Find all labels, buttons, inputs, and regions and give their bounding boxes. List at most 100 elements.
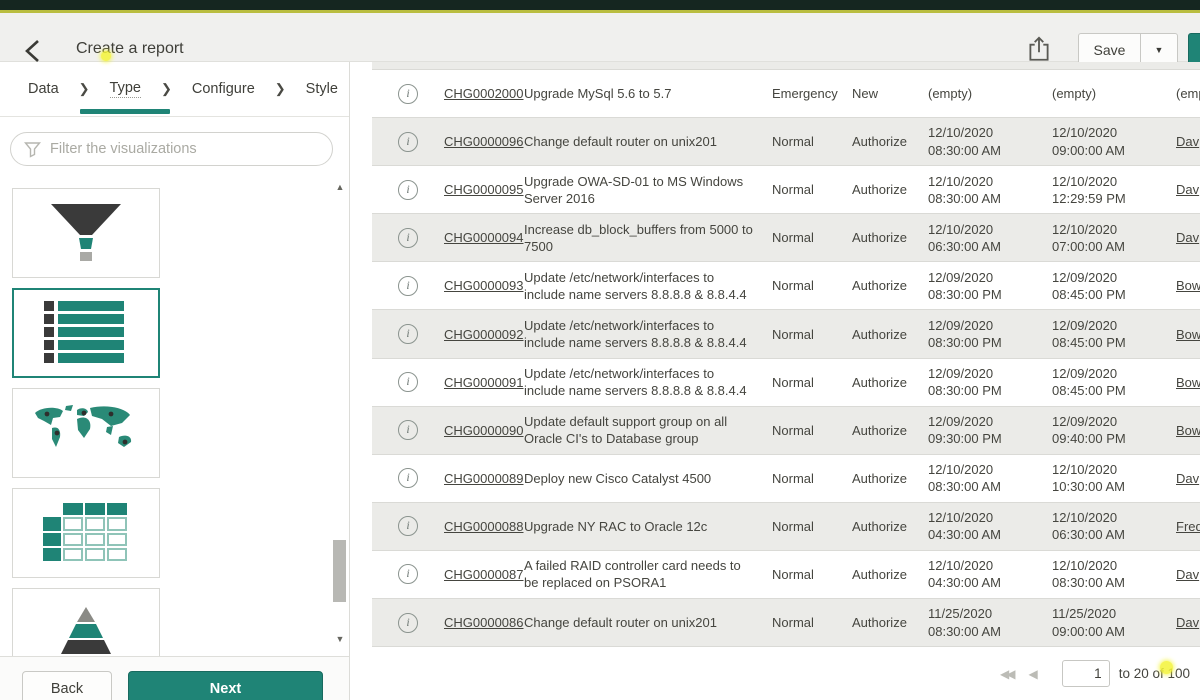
row-description: Upgrade MySql 5.6 to 5.7 — [524, 85, 772, 102]
table-row: i CHG0002000 Upgrade MySql 5.6 to 5.7 Em… — [372, 70, 1200, 118]
back-icon[interactable] — [20, 37, 48, 65]
change-number-link[interactable]: CHG0000086 — [444, 615, 524, 630]
row-start-date: 12/09/2020 08:30:00 PM — [928, 269, 1052, 303]
page-number-input[interactable] — [1062, 660, 1110, 687]
row-number-cell: CHG0000094 — [444, 230, 524, 245]
row-description: A failed RAID controller card needs to b… — [524, 557, 772, 591]
filter-field — [10, 132, 333, 166]
change-number-link[interactable]: CHG0000088 — [444, 519, 524, 534]
row-assignee-link[interactable]: Dav — [1176, 182, 1200, 197]
row-start-date: 12/09/2020 08:30:00 PM — [928, 365, 1052, 399]
info-icon[interactable]: i — [398, 324, 418, 344]
table-row: i CHG0000095 Upgrade OWA-SD-01 to MS Win… — [372, 166, 1200, 214]
row-description: Upgrade OWA-SD-01 to MS Windows Server 2… — [524, 173, 772, 207]
row-number-cell: CHG0000092 — [444, 327, 524, 342]
row-description: Upgrade NY RAC to Oracle 12c — [524, 518, 772, 535]
change-number-link[interactable]: CHG0000094 — [444, 230, 524, 245]
row-assignee-link[interactable]: Fred — [1176, 519, 1200, 534]
previous-page-icon[interactable]: ◀ — [1028, 667, 1037, 681]
row-assignee-link[interactable]: Dav — [1176, 615, 1200, 630]
row-state: Authorize — [852, 182, 928, 197]
viz-funnel-chart-thumbnail[interactable] — [12, 188, 160, 278]
row-state: Authorize — [852, 567, 928, 582]
row-end-date: 12/09/2020 09:40:00 PM — [1052, 413, 1176, 447]
row-end-date: 12/10/2020 09:00:00 AM — [1052, 124, 1176, 158]
filter-visualizations-input[interactable] — [50, 141, 332, 157]
pagination-bar: ◀◀ ◀ to 20 of 100 — [372, 647, 1200, 700]
row-assignee-link[interactable]: Bow — [1176, 327, 1200, 342]
info-icon[interactable]: i — [398, 468, 418, 488]
chevron-right-icon: ❯ — [275, 81, 286, 97]
change-number-link[interactable]: CHG0000095 — [444, 182, 524, 197]
info-icon[interactable]: i — [398, 276, 418, 296]
info-icon[interactable]: i — [398, 564, 418, 584]
change-number-link[interactable]: CHG0000096 — [444, 134, 524, 149]
viz-pivot-table-thumbnail[interactable] — [12, 488, 160, 578]
info-icon[interactable]: i — [398, 84, 418, 104]
row-state: Authorize — [852, 471, 928, 486]
change-number-link[interactable]: CHG0000089 — [444, 471, 524, 486]
info-icon[interactable]: i — [398, 613, 418, 633]
info-icon[interactable]: i — [398, 372, 418, 392]
next-button[interactable]: Next — [128, 671, 323, 700]
table-row: i CHG0000092 Update /etc/network/interfa… — [372, 310, 1200, 358]
row-info-cell: i — [372, 84, 444, 104]
viz-pyramid-thumbnail[interactable] — [12, 588, 160, 656]
row-info-cell: i — [372, 613, 444, 633]
row-state: Authorize — [852, 423, 928, 438]
row-state: Authorize — [852, 327, 928, 342]
chevron-down-icon: ▼ — [1155, 45, 1164, 55]
first-page-icon[interactable]: ◀◀ — [1000, 667, 1012, 681]
row-info-cell: i — [372, 468, 444, 488]
breadcrumb-step-style[interactable]: Style — [306, 81, 338, 97]
share-icon[interactable] — [1026, 35, 1052, 63]
row-description: Deploy new Cisco Catalyst 4500 — [524, 470, 772, 487]
change-number-link[interactable]: CHG0000092 — [444, 327, 524, 342]
row-assignee-link[interactable]: Dav — [1176, 471, 1200, 486]
row-assignee-link: (empty) — [1176, 86, 1200, 101]
pyramid-icon — [50, 605, 122, 656]
row-assignee-link[interactable]: Bow — [1176, 375, 1200, 390]
table-row: i CHG0000089 Deploy new Cisco Catalyst 4… — [372, 455, 1200, 503]
row-state: Authorize — [852, 375, 928, 390]
row-state: Authorize — [852, 230, 928, 245]
table-row: i CHG0000086 Change default router on un… — [372, 599, 1200, 647]
row-number-cell: CHG0000095 — [444, 182, 524, 197]
report-type-panel: Data❯Type❯Configure❯Style — [0, 62, 350, 700]
change-number-link[interactable]: CHG0000091 — [444, 375, 524, 390]
row-assignee-link[interactable]: Bow — [1176, 423, 1200, 438]
row-description: Update /etc/network/interfaces to includ… — [524, 365, 772, 399]
row-assignee-link[interactable]: Dav — [1176, 134, 1200, 149]
info-icon[interactable]: i — [398, 420, 418, 440]
header-bar: Create a report Save ▼ — [0, 13, 1200, 62]
chevron-right-icon: ❯ — [161, 81, 172, 97]
table-row: i CHG0000088 Upgrade NY RAC to Oracle 12… — [372, 503, 1200, 551]
info-icon[interactable]: i — [398, 132, 418, 152]
viz-list-thumbnail[interactable] — [12, 288, 160, 378]
filter-funnel-icon — [24, 141, 41, 158]
breadcrumb-step-data[interactable]: Data — [28, 81, 59, 97]
row-info-cell: i — [372, 324, 444, 344]
panel-scrollbar-thumb[interactable] — [333, 540, 346, 602]
back-button[interactable]: Back — [22, 671, 112, 700]
row-assignee-link[interactable]: Bow — [1176, 278, 1200, 293]
row-priority: Normal — [772, 134, 852, 149]
row-assignee-link[interactable]: Dav — [1176, 230, 1200, 245]
row-info-cell: i — [372, 132, 444, 152]
scroll-up-icon[interactable]: ▲ — [333, 180, 347, 194]
row-description: Increase db_block_buffers from 5000 to 7… — [524, 221, 772, 255]
info-icon[interactable]: i — [398, 516, 418, 536]
breadcrumb-step-configure[interactable]: Configure — [192, 81, 255, 97]
info-icon[interactable]: i — [398, 228, 418, 248]
viz-world-map-thumbnail[interactable] — [12, 388, 160, 478]
change-number-link[interactable]: CHG0000093 — [444, 278, 524, 293]
row-priority: Normal — [772, 327, 852, 342]
pagination-range-label: to 20 of 100 — [1119, 666, 1190, 681]
change-number-link[interactable]: CHG0000090 — [444, 423, 524, 438]
scroll-down-icon[interactable]: ▼ — [333, 632, 347, 646]
row-assignee-link[interactable]: Dav — [1176, 567, 1200, 582]
change-number-link[interactable]: CHG0000087 — [444, 567, 524, 582]
breadcrumb-step-type[interactable]: Type — [110, 80, 141, 98]
info-icon[interactable]: i — [398, 180, 418, 200]
change-number-link[interactable]: CHG0002000 — [444, 86, 524, 101]
